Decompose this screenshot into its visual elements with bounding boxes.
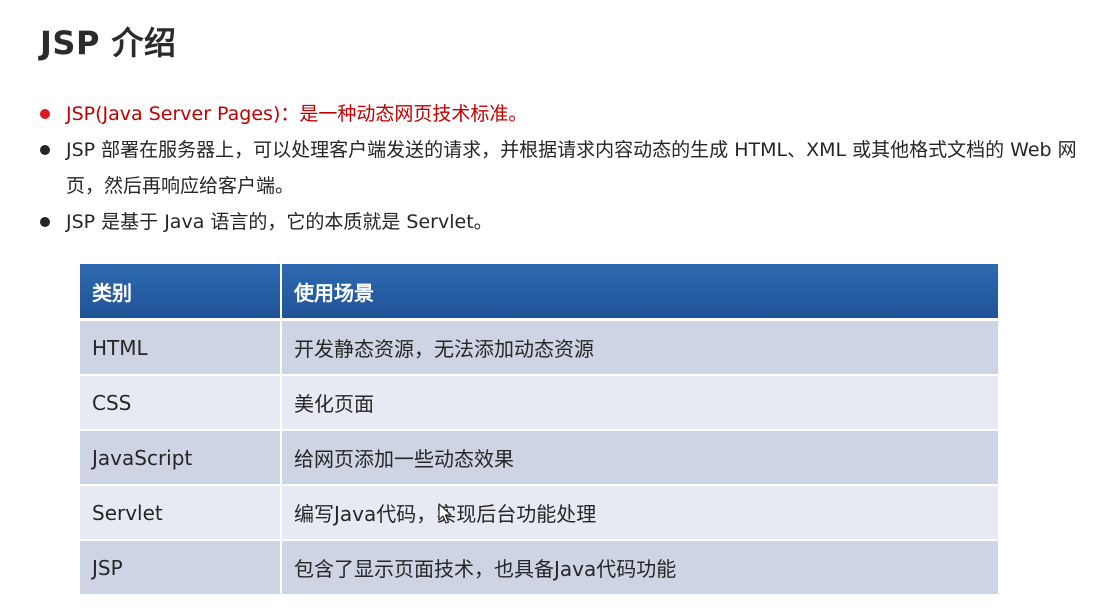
cell-category: JavaScript bbox=[80, 431, 282, 486]
bullet-text: JSP(Java Server Pages)：是一种动态网页技术标准。 bbox=[66, 103, 528, 125]
table-header-row: 类别 使用场景 bbox=[80, 264, 998, 321]
table-row: HTML 开发静态资源，无法添加动态资源 bbox=[80, 321, 998, 376]
bullet-item: JSP 部署在服务器上，可以处理客户端发送的请求，并根据请求内容动态的生成 HT… bbox=[40, 132, 1080, 204]
cell-category: CSS bbox=[80, 376, 282, 431]
table-row: JSP 包含了显示页面技术，也具备Java代码功能 bbox=[80, 541, 998, 596]
header-category: 类别 bbox=[80, 264, 282, 321]
bullet-dot-icon bbox=[40, 145, 50, 155]
cell-usage: 包含了显示页面技术，也具备Java代码功能 bbox=[282, 541, 998, 596]
cell-usage: 美化页面 bbox=[282, 376, 998, 431]
cell-usage: 开发静态资源，无法添加动态资源 bbox=[282, 321, 998, 376]
bullet-dot-icon bbox=[40, 217, 50, 227]
header-usage: 使用场景 bbox=[282, 264, 998, 321]
bullet-list: JSP(Java Server Pages)：是一种动态网页技术标准。 JSP … bbox=[40, 96, 1080, 240]
slide-title: JSP 介绍 bbox=[40, 24, 177, 62]
bullet-item: JSP 是基于 Java 语言的，它的本质就是 Servlet。 bbox=[40, 204, 1080, 240]
bullet-text: JSP 部署在服务器上，可以处理客户端发送的请求，并根据请求内容动态的生成 HT… bbox=[66, 139, 1077, 197]
bullet-item: JSP(Java Server Pages)：是一种动态网页技术标准。 bbox=[40, 96, 1080, 132]
bullet-dot-icon bbox=[40, 109, 50, 119]
table-row: Servlet 编写Java代码，实现后台功能处理 bbox=[80, 486, 998, 541]
mouse-pointer-icon bbox=[438, 503, 452, 524]
cell-usage: 编写Java代码，实现后台功能处理 bbox=[282, 486, 998, 541]
cell-category: JSP bbox=[80, 541, 282, 596]
technology-table: 类别 使用场景 HTML 开发静态资源，无法添加动态资源 CSS 美化页面 Ja… bbox=[80, 264, 998, 596]
bullet-text: JSP 是基于 Java 语言的，它的本质就是 Servlet。 bbox=[66, 211, 493, 233]
table-row: CSS 美化页面 bbox=[80, 376, 998, 431]
table-row: JavaScript 给网页添加一些动态效果 bbox=[80, 431, 998, 486]
cell-category: HTML bbox=[80, 321, 282, 376]
cell-category: Servlet bbox=[80, 486, 282, 541]
cell-usage: 给网页添加一些动态效果 bbox=[282, 431, 998, 486]
